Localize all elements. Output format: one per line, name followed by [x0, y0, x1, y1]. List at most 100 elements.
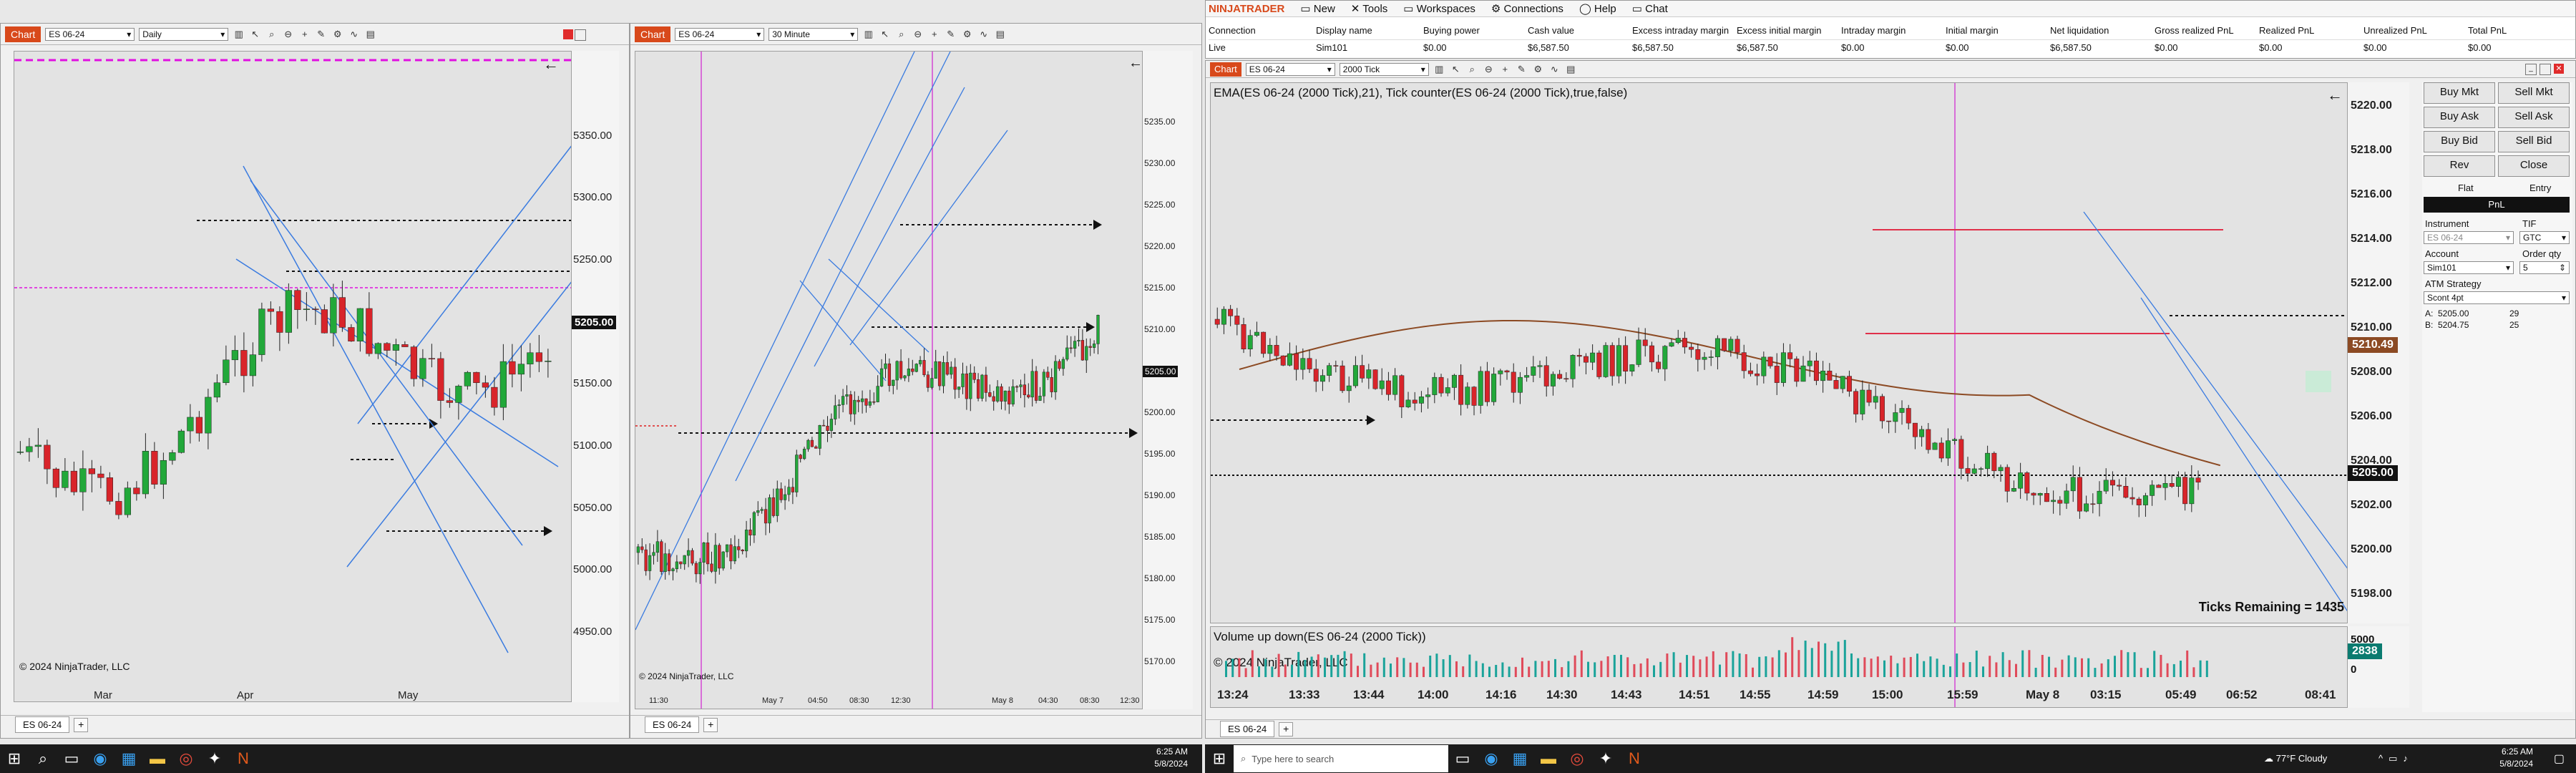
menu-new[interactable]: ▭ New: [1300, 2, 1335, 15]
zoom-out-icon[interactable]: ⊖: [912, 28, 924, 40]
menu-tools[interactable]: ✕ Tools: [1351, 2, 1388, 15]
volume-icon[interactable]: ♪: [2403, 753, 2414, 764]
close-icon[interactable]: ✕: [2554, 64, 2564, 74]
account-select[interactable]: Sim101 ▾: [2424, 261, 2514, 274]
pointer-icon[interactable]: ↖: [249, 28, 261, 40]
instrument-selector[interactable]: ES 06-24 ▾: [1245, 62, 1335, 76]
chrome-icon[interactable]: ◎: [1563, 744, 1591, 773]
edge-icon[interactable]: ◉: [1477, 744, 1506, 773]
drawing-tools-icon[interactable]: ✎: [945, 28, 957, 40]
maximize-icon[interactable]: [2540, 64, 2551, 75]
store-icon[interactable]: ▦: [1506, 744, 1534, 773]
column-header[interactable]: Intraday margin: [1841, 25, 1906, 36]
indicators-icon[interactable]: ∿: [348, 28, 360, 40]
buy-ask-button[interactable]: Buy Ask: [2424, 107, 2495, 128]
column-header[interactable]: Total PnL: [2468, 25, 2507, 36]
column-header[interactable]: Unrealized PnL: [2363, 25, 2427, 36]
column-header[interactable]: Net liquidation: [2050, 25, 2109, 36]
price-axis[interactable]: 5220.00 5218.00 5216.00 5214.00 5212.00 5210.…: [2348, 82, 2409, 623]
strategies-icon[interactable]: ⚙: [331, 28, 343, 40]
indicators-icon[interactable]: ∿: [1548, 63, 1561, 75]
add-tab-button[interactable]: +: [1279, 721, 1294, 736]
crosshair-icon[interactable]: +: [928, 28, 940, 40]
column-header[interactable]: Realized PnL: [2259, 25, 2314, 36]
ninjatrader-icon[interactable]: N: [229, 744, 258, 773]
task-view-icon[interactable]: ▭: [57, 744, 86, 773]
windows-start-icon[interactable]: ⊞: [0, 744, 29, 773]
explorer-icon[interactable]: ▬: [143, 744, 172, 773]
price-axis[interactable]: 5235.00 5230.00 5225.00 5220.00 5215.00 …: [1143, 51, 1193, 709]
chart-tab-label[interactable]: Chart: [1210, 62, 1241, 77]
add-tab-button[interactable]: +: [74, 717, 89, 732]
explorer-icon[interactable]: ▬: [1534, 744, 1563, 773]
back-arrow-icon[interactable]: ←: [543, 55, 559, 74]
instrument-field[interactable]: ES 06-24 ▾: [2424, 231, 2514, 244]
zoom-out-icon[interactable]: ⊖: [282, 28, 294, 40]
order-qty-stepper[interactable]: 5 ⇕: [2519, 261, 2570, 274]
minimize-icon[interactable]: _: [2525, 64, 2537, 75]
zoom-out-icon[interactable]: ⊖: [1483, 63, 1495, 75]
interval-selector[interactable]: Daily ▾: [139, 27, 229, 41]
pointer-icon[interactable]: ↖: [1450, 63, 1462, 75]
menu-connections[interactable]: ⚙ Connections: [1491, 2, 1563, 15]
tab-es-06-24[interactable]: ES 06-24: [15, 716, 70, 733]
time-axis[interactable]: 13:24 13:33 13:44 14:00 14:16 14:30 14:43 14:51…: [1210, 688, 2348, 705]
close-position-button[interactable]: Close: [2498, 155, 2570, 177]
menu-chat[interactable]: ▭ Chat: [1632, 2, 1668, 15]
menu-help[interactable]: ◯ Help: [1579, 2, 1616, 15]
chart-tab-label[interactable]: Chart: [5, 26, 42, 42]
clock[interactable]: 6:25 AM 5/8/2024: [2499, 746, 2533, 770]
interval-selector[interactable]: 30 Minute ▾: [769, 27, 859, 41]
ninjatrader-icon[interactable]: N: [1620, 744, 1649, 773]
add-tab-button[interactable]: +: [703, 717, 718, 732]
sell-market-button[interactable]: Sell Mkt: [2498, 82, 2570, 104]
column-header[interactable]: Gross realized PnL: [2155, 25, 2234, 36]
properties-icon[interactable]: ▤: [1565, 63, 1577, 75]
reverse-button[interactable]: Rev: [2424, 155, 2495, 177]
price-axis[interactable]: 5350.00 5300.00 5250.00 5205.00 5150.00 …: [572, 51, 619, 702]
strategies-icon[interactable]: ⚙: [1532, 63, 1544, 75]
instrument-selector[interactable]: ES 06-24 ▾: [45, 27, 135, 41]
chrome-icon[interactable]: ◎: [172, 744, 200, 773]
interval-selector[interactable]: 2000 Tick ▾: [1339, 62, 1429, 76]
back-arrow-icon[interactable]: ←: [1128, 55, 1143, 72]
bar-type-icon[interactable]: ▥: [862, 28, 874, 40]
chevron-up-icon[interactable]: ^: [2379, 753, 2389, 764]
app-icon[interactable]: ✦: [1591, 744, 1620, 773]
pointer-icon[interactable]: ↖: [879, 28, 891, 40]
clock[interactable]: 6:25 AM 5/8/2024: [1154, 746, 1188, 770]
sell-bid-button[interactable]: Sell Bid: [2498, 131, 2570, 152]
crosshair-icon[interactable]: +: [1499, 63, 1511, 75]
buy-bid-button[interactable]: Buy Bid: [2424, 131, 2495, 152]
drawing-tools-icon[interactable]: ✎: [315, 28, 327, 40]
properties-icon[interactable]: ▤: [364, 28, 376, 40]
instrument-selector[interactable]: ES 06-24 ▾: [675, 27, 765, 41]
task-view-icon[interactable]: ▭: [1448, 744, 1477, 773]
price-panel[interactable]: EMA(ES 06-24 (2000 Tick),21), Tick count…: [1210, 82, 2348, 623]
tif-select[interactable]: GTC ▾: [2519, 231, 2570, 244]
search-icon[interactable]: ⌕: [29, 744, 57, 773]
network-icon[interactable]: ▭: [2389, 753, 2403, 764]
buy-market-button[interactable]: Buy Mkt: [2424, 82, 2495, 104]
properties-icon[interactable]: ▤: [994, 28, 1006, 40]
zoom-icon[interactable]: ⌕: [895, 28, 907, 40]
price-panel[interactable]: [14, 51, 572, 702]
weather[interactable]: ☁ 77°F Cloudy: [2264, 753, 2327, 764]
atm-strategy-select[interactable]: Scont 4pt ▾: [2424, 291, 2570, 304]
edge-icon[interactable]: ◉: [86, 744, 114, 773]
column-header[interactable]: Excess initial margin: [1737, 25, 1822, 36]
tab-es-06-24[interactable]: ES 06-24: [645, 716, 700, 733]
notification-icon[interactable]: ▢: [2554, 752, 2565, 766]
column-header[interactable]: Connection: [1209, 25, 1256, 36]
column-header[interactable]: Buying power: [1423, 25, 1480, 36]
bar-type-icon[interactable]: ▥: [233, 28, 245, 40]
column-header[interactable]: Excess intraday margin: [1632, 25, 1729, 36]
chart-tab-label[interactable]: Chart: [635, 26, 671, 42]
alert-icon[interactable]: [563, 29, 573, 39]
store-icon[interactable]: ▦: [114, 744, 143, 773]
drawing-tools-icon[interactable]: ✎: [1516, 63, 1528, 75]
app-icon[interactable]: ✦: [200, 744, 229, 773]
strategies-icon[interactable]: ⚙: [961, 28, 973, 40]
zoom-icon[interactable]: ⌕: [265, 28, 278, 40]
indicators-icon[interactable]: ∿: [977, 28, 990, 40]
